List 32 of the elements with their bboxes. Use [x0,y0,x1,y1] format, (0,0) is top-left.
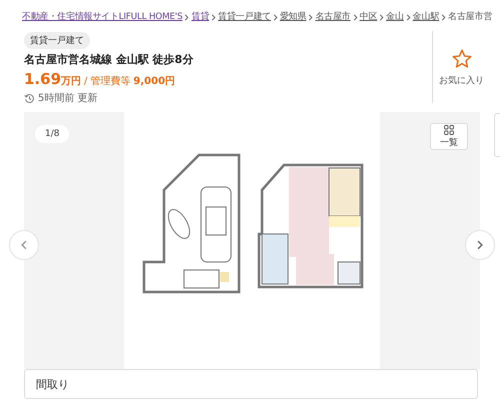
breadcrumb-link[interactable]: 金山 [386,11,404,23]
history-icon [24,92,35,104]
breadcrumb-link[interactable]: 名古屋市 [315,11,351,23]
list-button[interactable]: 一覧 [430,123,468,150]
breadcrumb-link[interactable]: 愛知県 [280,11,306,23]
price: 1.69万円 / 管理費等 9,000円 [24,70,176,88]
chevron-right-icon [475,240,485,250]
star-icon [450,48,472,70]
chevron-icon [352,14,359,20]
image-counter: 1/8 [35,125,70,143]
category-tag: 賃貸一戸建て [24,32,90,49]
breadcrumb-link[interactable]: 賃貸 [191,11,210,23]
chevron-icon [404,14,412,20]
chevron-icon [183,14,190,20]
chevron-icon [378,14,386,20]
previous-button[interactable] [9,230,39,260]
favorite-button[interactable]: お気に入り [432,31,490,103]
chevron-icon [440,14,448,20]
breadcrumb-link[interactable]: 中区 [360,11,378,23]
next-button[interactable] [465,230,495,260]
breadcrumb-link[interactable]: 不動産・住宅情報サイトLIFULL HOME'S [22,11,182,23]
listing-title: 名古屋市営名城線 金山駅 徒歩8分 [24,52,194,67]
image-caption: 間取り [24,369,478,399]
chevron-left-icon [19,240,29,250]
breadcrumb-current[interactable]: 名古屋市営 [448,11,492,23]
updated-time: 5時間前 更新 [38,92,98,105]
chevron-icon [210,14,218,20]
chevron-icon [307,14,314,20]
breadcrumb-link[interactable]: 金山駅 [412,11,440,23]
chevron-icon [272,14,279,20]
grid-icon [444,124,454,134]
breadcrumb-link[interactable]: 賃貸一戸建て [218,11,271,23]
